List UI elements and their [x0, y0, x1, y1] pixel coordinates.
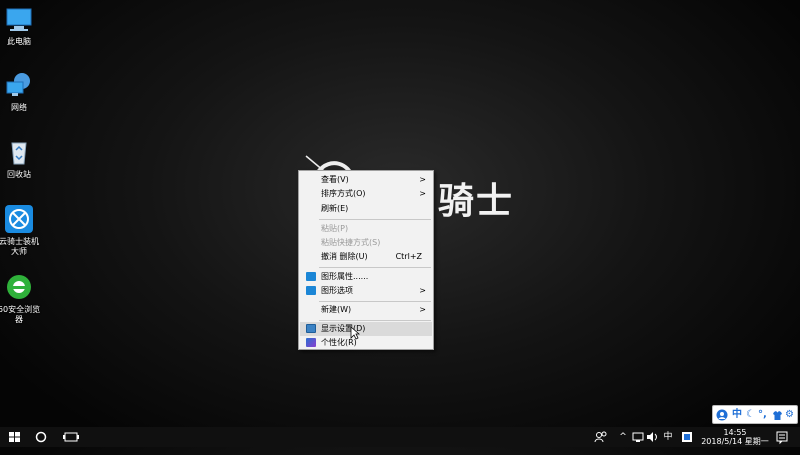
- ime-logo-icon: [716, 408, 728, 426]
- menu-item-label: 撤消 删除(U): [321, 252, 368, 261]
- menu-item-label: 刷新(E): [321, 204, 349, 213]
- desktop-icon-recycle-bin[interactable]: 回收站: [0, 137, 42, 180]
- people-icon[interactable]: [594, 427, 608, 447]
- taskbar: ^ 中 14:55 2018/5/14 星期一: [0, 427, 800, 447]
- desktop-icon-this-pc[interactable]: 此电脑: [0, 4, 42, 47]
- ime-toolbar[interactable]: 中 ☾ °, ⚙: [712, 405, 798, 424]
- menu-item-label: 粘贴(P): [321, 224, 349, 233]
- menu-item-label: 图形属性......: [321, 272, 369, 281]
- wallpaper-logo-text: 骑士: [438, 180, 515, 222]
- recycle-bin-icon: [4, 137, 34, 167]
- menu-item-refresh[interactable]: 刷新(E): [300, 202, 432, 216]
- menu-item-display-settings[interactable]: 显示设置(D): [300, 322, 432, 336]
- desktop-icon-label: 回收站: [7, 170, 31, 179]
- mouse-cursor-icon: [350, 326, 361, 343]
- menu-separator: [319, 219, 431, 220]
- action-center-icon[interactable]: [774, 427, 790, 447]
- yunqishi-icon: [4, 204, 34, 234]
- submenu-arrow-icon: >: [419, 175, 426, 184]
- menu-item-personalize[interactable]: 个性化(R): [300, 336, 432, 350]
- desktop-context-menu: 查看(V) > 排序方式(O) > 刷新(E) 粘贴(P) 粘贴快捷方式(S) …: [298, 170, 434, 350]
- menu-item-view[interactable]: 查看(V) >: [300, 173, 432, 187]
- shirt-icon[interactable]: [772, 408, 783, 426]
- volume-icon[interactable]: [646, 427, 658, 447]
- cortana-circle-icon: [35, 431, 47, 443]
- clock-date: 2018/5/14 星期一: [701, 437, 769, 446]
- menu-item-graphics-options[interactable]: 图形选项 >: [300, 284, 432, 298]
- desktop-icon-360-browser[interactable]: 60安全浏览 器: [0, 272, 42, 325]
- desktop-icon-label-line2: 大师: [11, 247, 27, 256]
- desktop-icon-label: 60安全浏览: [0, 305, 41, 314]
- menu-item-label: 图形选项: [321, 286, 353, 295]
- submenu-arrow-icon: >: [419, 305, 426, 314]
- desktop-icon-label: 此电脑: [7, 37, 31, 46]
- menu-item-paste: 粘贴(P): [300, 222, 432, 236]
- punctuation-icon[interactable]: °,: [758, 408, 767, 422]
- settings-gear-icon[interactable]: ⚙: [785, 408, 794, 422]
- display-settings-icon: [306, 324, 316, 333]
- menu-item-paste-shortcut: 粘贴快捷方式(S): [300, 236, 432, 250]
- desktop-icon-network[interactable]: 网络: [0, 70, 42, 113]
- ime-tray-icon[interactable]: [680, 427, 694, 447]
- submenu-arrow-icon: >: [419, 286, 426, 295]
- personalize-icon: [306, 338, 316, 347]
- desktop-icon-label: 云骑士装机: [0, 237, 39, 246]
- network-icon: [4, 70, 34, 100]
- menu-separator: [319, 267, 431, 268]
- graphics-properties-icon: [306, 272, 316, 281]
- menu-item-label: 查看(V): [321, 175, 349, 184]
- moon-icon[interactable]: ☾: [746, 408, 755, 422]
- desktop-icon-yunqishi[interactable]: 云骑士装机 大师: [0, 204, 42, 257]
- desktop-icon-label: 网络: [11, 103, 27, 112]
- task-view-button[interactable]: [56, 427, 86, 447]
- menu-separator: [319, 301, 431, 302]
- browser-icon: [4, 272, 34, 302]
- menu-item-undo-delete[interactable]: 撤消 删除(U) Ctrl+Z: [300, 250, 432, 264]
- menu-item-label: 排序方式(O): [321, 189, 366, 198]
- menu-item-label: 新建(W): [321, 305, 352, 314]
- ime-lang-toggle[interactable]: 中: [732, 408, 742, 422]
- taskbar-clock[interactable]: 14:55 2018/5/14 星期一: [700, 428, 770, 446]
- clock-time: 14:55: [723, 428, 747, 437]
- menu-item-label: 粘贴快捷方式(S): [321, 238, 381, 247]
- graphics-options-icon: [306, 286, 316, 295]
- search-button[interactable]: [26, 427, 56, 447]
- this-pc-icon: [4, 4, 34, 34]
- input-language-indicator[interactable]: 中: [662, 427, 674, 447]
- network-tray-icon[interactable]: [632, 427, 644, 447]
- task-view-icon: [63, 432, 79, 442]
- menu-item-graphics-properties[interactable]: 图形属性......: [300, 270, 432, 284]
- desktop-icon-label-line2: 器: [15, 315, 23, 324]
- menu-separator: [319, 320, 431, 321]
- show-hidden-icons-chevron-icon[interactable]: ^: [618, 427, 628, 447]
- submenu-arrow-icon: >: [419, 189, 426, 198]
- menu-item-shortcut: Ctrl+Z: [395, 252, 422, 261]
- menu-item-sort-by[interactable]: 排序方式(O) >: [300, 187, 432, 201]
- menu-item-new[interactable]: 新建(W) >: [300, 303, 432, 317]
